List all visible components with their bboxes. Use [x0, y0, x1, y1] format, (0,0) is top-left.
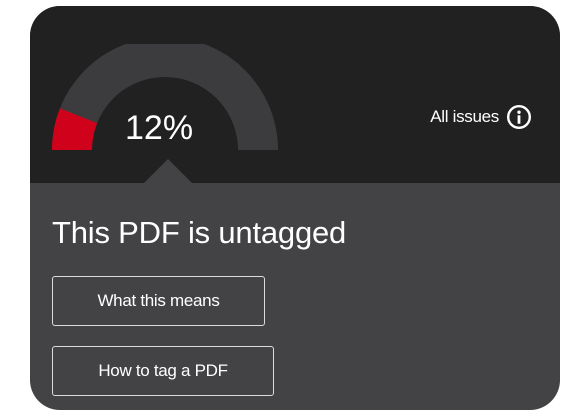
gauge-fill — [52, 108, 98, 151]
score-percent: 12% — [125, 109, 194, 147]
info-icon[interactable] — [506, 104, 532, 130]
all-issues-label: All issues — [430, 107, 499, 126]
accessibility-score-card: 12% All issues This PDF is untagged What… — [30, 6, 560, 410]
what-this-means-button[interactable]: What this means — [52, 276, 265, 326]
callout-pointer — [144, 159, 192, 183]
all-issues-link[interactable]: All issues — [430, 104, 532, 130]
how-to-tag-button[interactable]: How to tag a PDF — [52, 346, 274, 396]
score-header: 12% All issues — [30, 6, 560, 183]
status-title: This PDF is untagged — [52, 215, 347, 250]
